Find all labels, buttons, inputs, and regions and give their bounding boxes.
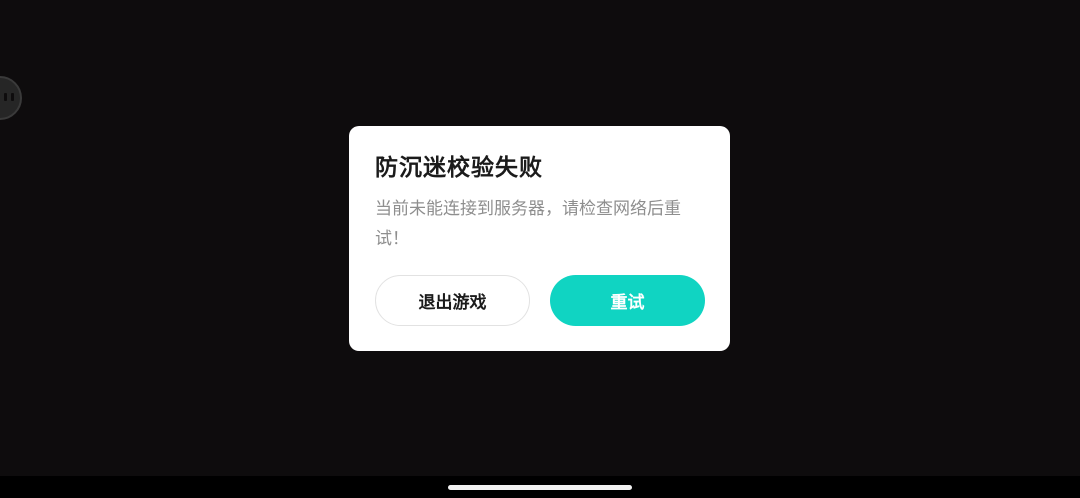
dialog-title: 防沉迷校验失败 xyxy=(375,155,543,181)
dialog-button-row: 退出游戏 重试 xyxy=(375,275,705,326)
home-indicator[interactable] xyxy=(448,485,632,490)
anti-addiction-error-dialog: 防沉迷校验失败 当前未能连接到服务器，请检查网络后重试！ 退出游戏 重试 xyxy=(349,126,730,351)
game-screen: 防沉迷校验失败 当前未能连接到服务器，请检查网络后重试！ 退出游戏 重试 xyxy=(0,0,1080,498)
ball-eye-right xyxy=(11,93,14,101)
exit-game-button[interactable]: 退出游戏 xyxy=(375,275,530,326)
dialog-message: 当前未能连接到服务器，请检查网络后重试！ xyxy=(375,199,681,249)
ball-eye-left xyxy=(4,93,7,101)
assistive-ball-icon[interactable] xyxy=(0,76,22,120)
retry-button[interactable]: 重试 xyxy=(550,275,705,326)
